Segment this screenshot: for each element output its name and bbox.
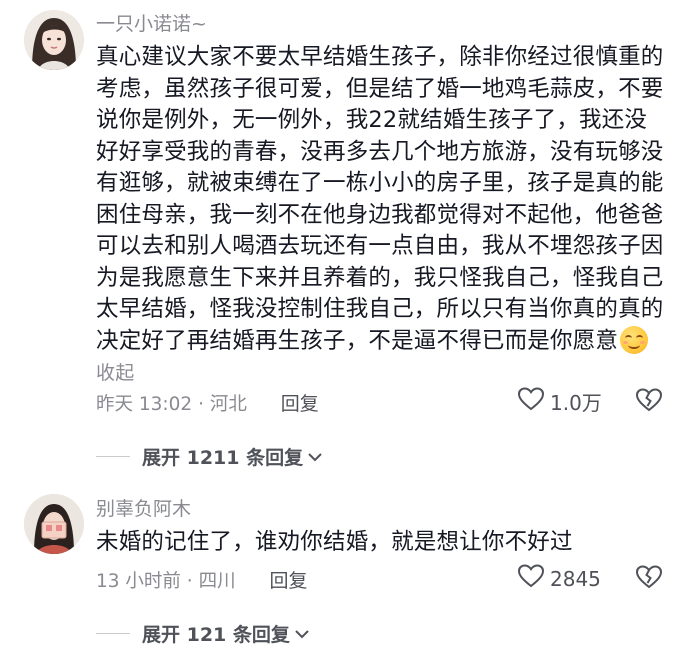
dislike-button[interactable] [635,388,663,416]
chevron-down-icon [307,446,323,468]
comment-item: 一只小诺诺~ 真心建议大家不要太早结婚生孩子，除非你经过很慎重的考虑，虽然孩子很… [0,0,690,470]
like-button[interactable]: 2845 [517,564,601,593]
chevron-down-icon [294,623,310,645]
comment-text: 未婚的记住了，谁劝你结婚，就是想让你不好过 [96,529,573,555]
heart-outline-icon [517,387,545,416]
like-count: 2845 [550,566,601,591]
dislike-button[interactable] [635,565,663,593]
comment-text-content: 真心建议大家不要太早结婚生孩子，除非你经过很慎重的考虑，虽然孩子很可爱，但是结了… [96,44,664,354]
comment-username[interactable]: 别辜负阿木 [96,494,191,521]
smiling-blush-emoji-icon [620,325,649,354]
comment-meta: 13 小时前 · 四川 回复 [96,566,307,593]
like-button[interactable]: 1.0万 [517,387,602,416]
collapse-button[interactable]: 收起 [96,362,134,384]
expand-replies-label: 展开 1211 条回复 [142,447,304,469]
expand-replies-label: 展开 121 条回复 [142,624,290,646]
time-location: 昨天 13:02 · 河北 [96,394,247,415]
expand-replies-button[interactable]: 展开 121 条回复 [96,620,310,647]
heart-outline-icon [517,564,545,593]
comment-meta: 昨天 13:02 · 河北 回复 [96,389,319,416]
expand-replies-button[interactable]: 展开 1211 条回复 [96,443,323,470]
avatar[interactable] [24,494,84,554]
comment-text: 真心建议大家不要太早结婚生孩子，除非你经过很慎重的考虑，虽然孩子很可爱，但是结了… [96,42,668,390]
divider-line [96,633,130,634]
avatar[interactable] [24,10,84,70]
reply-button[interactable]: 回复 [281,393,319,415]
comment-username[interactable]: 一只小诺诺~ [96,9,207,36]
like-count: 1.0万 [550,391,602,415]
reply-button[interactable]: 回复 [269,570,307,592]
divider-line [96,456,130,457]
broken-heart-icon [635,388,663,416]
time-location: 13 小时前 · 四川 [96,571,236,592]
broken-heart-icon [635,565,663,593]
comment-item: 别辜负阿木 未婚的记住了，谁劝你结婚，就是想让你不好过 13 小时前 · 四川 … [0,480,690,668]
